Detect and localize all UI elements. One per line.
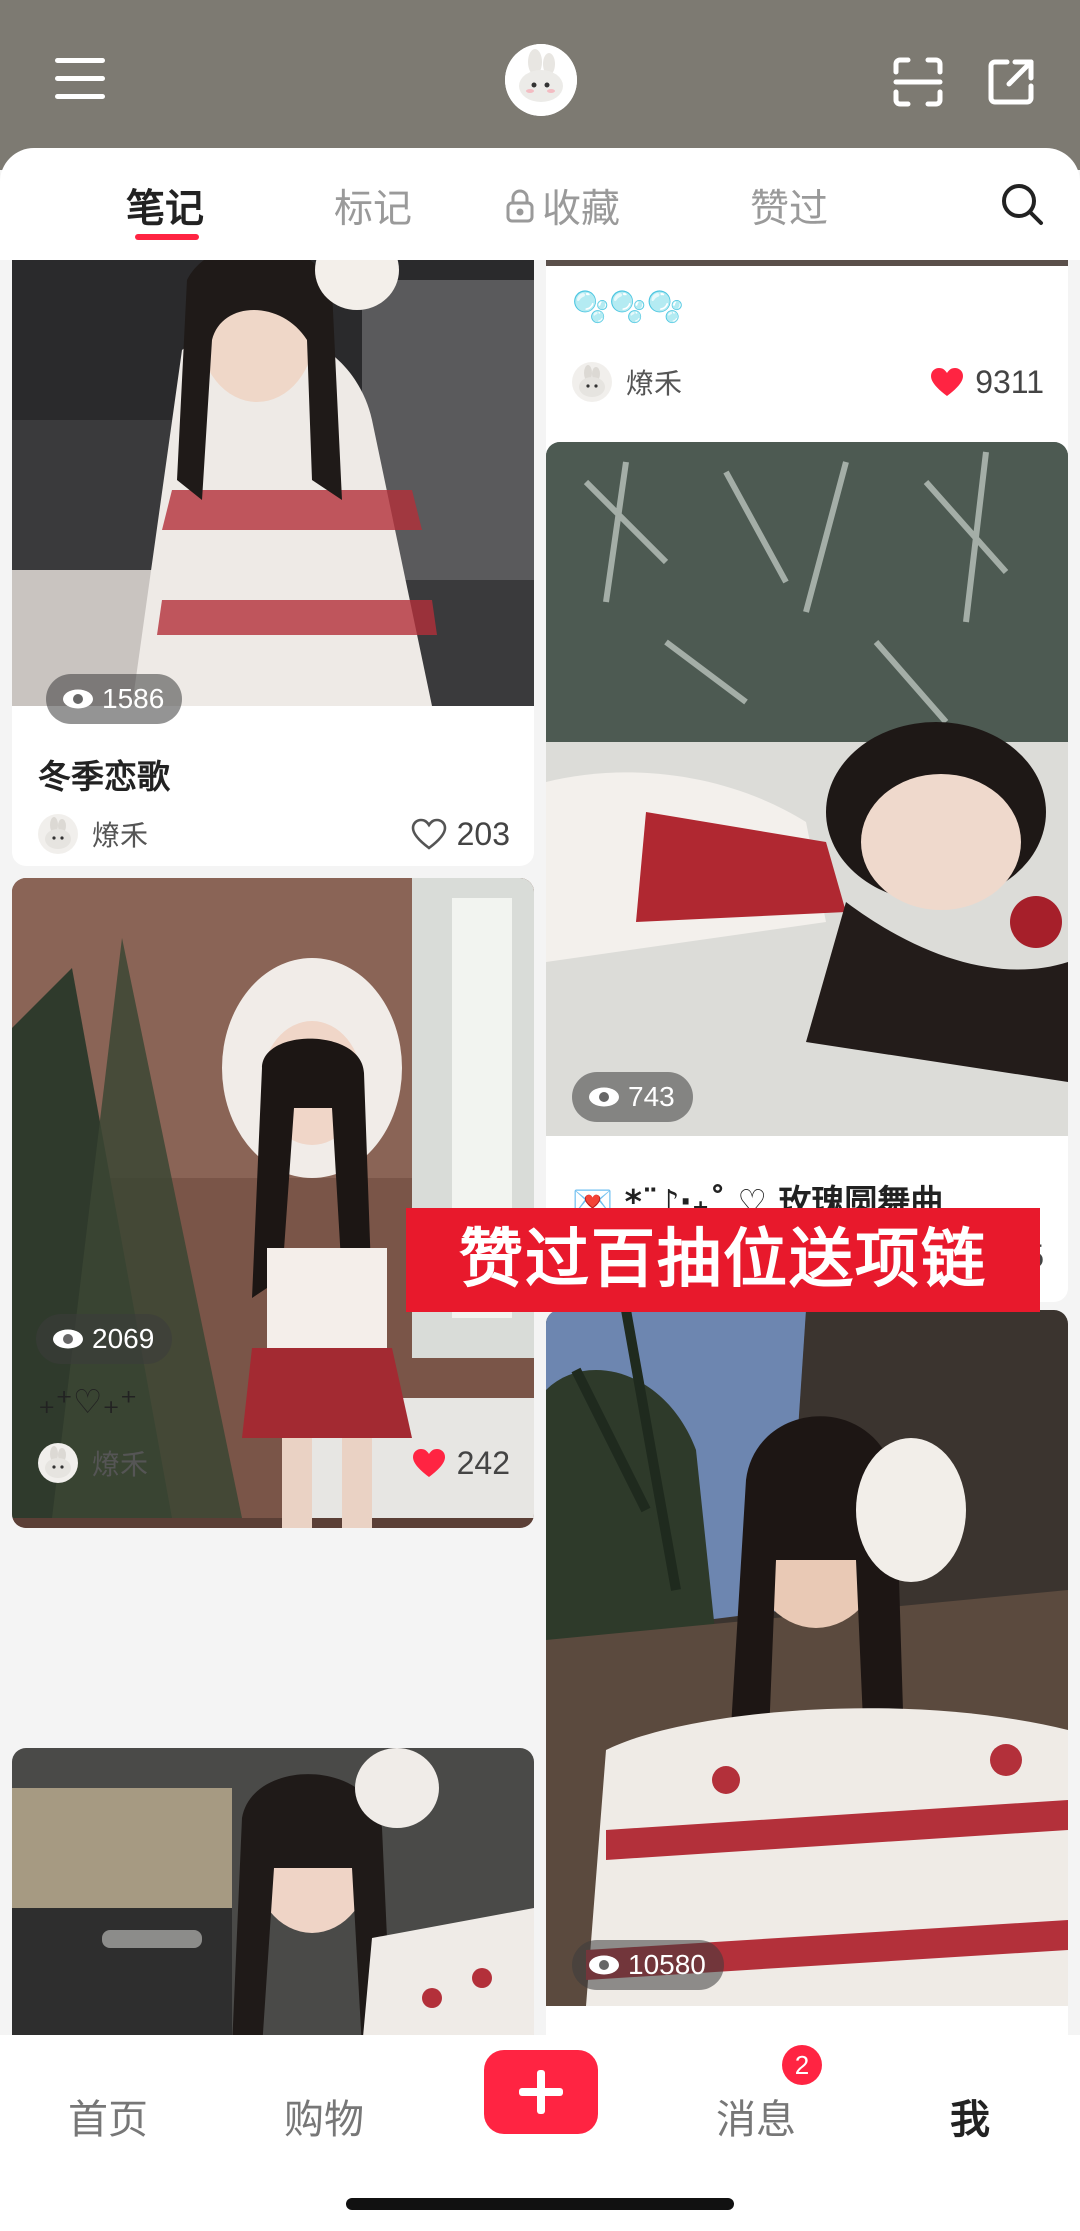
profile-avatar[interactable]: [505, 44, 577, 116]
author-avatar: [572, 362, 612, 402]
note-cover-photo: [546, 260, 1068, 266]
heart-outline-icon: [411, 818, 446, 850]
eye-icon: [63, 689, 93, 709]
nav-shopping[interactable]: 购物: [284, 2087, 364, 2145]
eye-icon: [589, 1087, 619, 1107]
note-cover-photo: [546, 442, 1068, 1136]
author-avatar: [38, 1443, 78, 1483]
view-count: 743: [628, 1081, 675, 1112]
like-count: 9311: [975, 363, 1044, 400]
note-card[interactable]: 1586 冬季恋歌 燎禾 203: [12, 260, 534, 866]
scan-icon[interactable]: [892, 56, 944, 108]
top-header: [0, 0, 1080, 170]
eye-icon: [589, 1955, 619, 1975]
author-name: 燎禾: [92, 819, 149, 852]
author-avatar: [38, 814, 78, 854]
author-name: 燎禾: [92, 1448, 149, 1481]
home-indicator: [346, 2198, 734, 2210]
message-count-badge: 2: [782, 2045, 822, 2085]
view-count: 10580: [628, 1949, 706, 1980]
tab-notes[interactable]: 笔记: [126, 178, 204, 234]
note-card[interactable]: [12, 1748, 534, 2035]
note-author[interactable]: 燎禾: [572, 362, 682, 402]
author-name: 燎禾: [626, 367, 683, 400]
like-count: 242: [456, 1444, 510, 1481]
tab-marks[interactable]: 标记: [334, 178, 412, 234]
nav-me[interactable]: 我: [950, 2087, 990, 2145]
note-cover-photo: [12, 878, 534, 1528]
view-count-badge: 1586: [46, 674, 183, 724]
note-author[interactable]: 燎禾: [38, 814, 148, 854]
promo-banner: 赞过百抽位送项链: [406, 1208, 1040, 1312]
share-external-icon[interactable]: [985, 56, 1037, 108]
profile-tabs: 笔记 标记 收藏 赞过: [0, 148, 1080, 260]
note-author[interactable]: 燎禾: [38, 1443, 148, 1483]
note-cover-photo: [546, 1310, 1068, 2006]
note-card[interactable]: 743 💌 *¨̮♪·₊˚ ♡ 玫瑰圆舞曲 燎禾 85: [546, 442, 1068, 1302]
like-button[interactable]: 9311: [929, 362, 1044, 402]
like-count: 203: [456, 815, 510, 852]
active-tab-indicator: [135, 234, 199, 240]
nav-messages[interactable]: 消息: [716, 2087, 796, 2145]
heart-filled-icon: [931, 368, 964, 396]
view-count: 2069: [92, 1323, 155, 1354]
view-count-badge: 2069: [36, 1314, 173, 1364]
note-cover-photo: [12, 260, 534, 706]
tab-collections[interactable]: 收藏: [542, 178, 620, 234]
note-title: ₊⁺♡₊⁺: [38, 1382, 138, 1421]
lock-icon: [505, 188, 535, 224]
note-title: 冬季恋歌: [38, 757, 170, 796]
view-count: 1586: [102, 683, 165, 714]
note-card[interactable]: 2069 ₊⁺♡₊⁺ 燎禾 242: [12, 878, 534, 1528]
search-icon[interactable]: [998, 180, 1046, 228]
view-count-badge: 743: [572, 1072, 693, 1122]
note-card[interactable]: 10580: [546, 1310, 1068, 2035]
like-button[interactable]: 203: [411, 814, 510, 854]
eye-icon: [53, 1329, 83, 1349]
plus-icon[interactable]: [484, 2050, 598, 2134]
heart-filled-icon: [412, 1449, 445, 1477]
like-button[interactable]: 242: [411, 1443, 510, 1483]
hamburger-menu-icon[interactable]: [55, 58, 105, 102]
nav-home[interactable]: 首页: [68, 2087, 148, 2145]
note-title: 🫧🫧🫧: [572, 290, 685, 325]
notes-feed[interactable]: 1586 冬季恋歌 燎禾 203 2069 ₊⁺♡₊⁺ 燎禾 242 🫧🫧🫧 燎…: [0, 260, 1080, 2035]
view-count-badge: 10580: [572, 1940, 724, 1990]
tab-liked[interactable]: 赞过: [750, 178, 828, 234]
note-cover-photo: [12, 1748, 534, 2035]
